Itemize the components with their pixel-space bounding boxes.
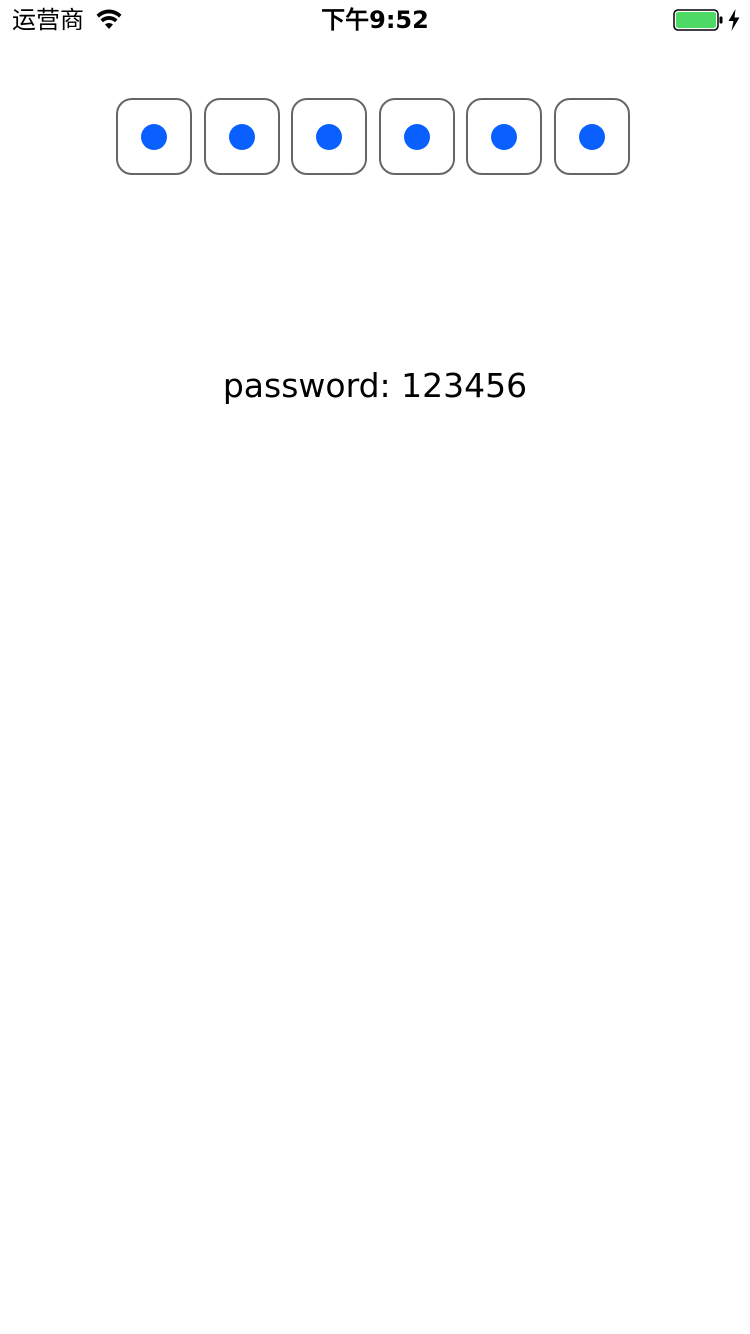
pin-digit-box[interactable] bbox=[203, 98, 280, 175]
pin-digit-box[interactable] bbox=[466, 98, 543, 175]
pin-filled-dot-icon bbox=[228, 123, 255, 150]
charging-bolt-icon bbox=[728, 9, 740, 31]
pin-filled-dot-icon bbox=[579, 123, 605, 150]
pin-code-field[interactable] bbox=[116, 98, 636, 178]
pin-digit-box[interactable] bbox=[291, 98, 368, 175]
password-label: password: 123456 bbox=[222, 366, 528, 405]
pin-filled-dot-icon bbox=[141, 123, 167, 150]
pin-digit-box[interactable] bbox=[554, 98, 630, 175]
pin-filled-dot-icon bbox=[491, 123, 518, 150]
battery-icon bbox=[673, 9, 723, 31]
pin-digit-box[interactable] bbox=[116, 98, 192, 175]
pin-filled-dot-icon bbox=[403, 123, 430, 150]
status-time: 下午9:52 bbox=[321, 6, 429, 34]
status-bar: 运营商 下午9:52 bbox=[0, 0, 750, 40]
pin-digit-box[interactable] bbox=[378, 98, 455, 175]
pin-filled-dot-icon bbox=[316, 123, 343, 150]
